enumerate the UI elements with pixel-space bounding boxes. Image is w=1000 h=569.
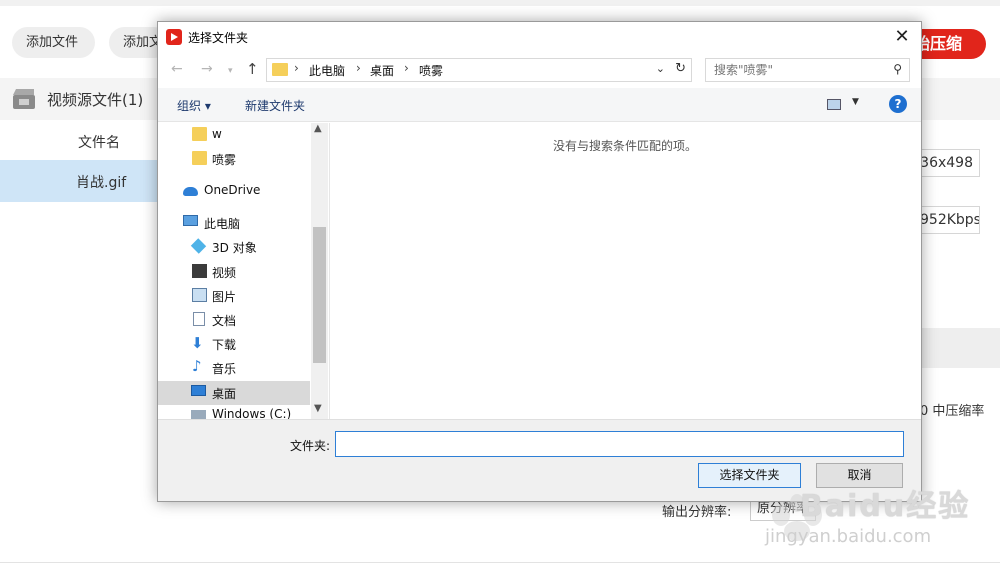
breadcrumb-this-pc[interactable]: 此电脑 bbox=[309, 62, 345, 79]
pane-splitter[interactable] bbox=[329, 123, 330, 419]
pc-icon bbox=[183, 215, 198, 226]
organize-menu[interactable]: 组织 ▾ bbox=[177, 97, 211, 114]
tree-item-label: 喷雾 bbox=[212, 153, 237, 167]
address-bar[interactable]: › 此电脑 › 桌面 › 喷雾 ⌄ ↻ bbox=[266, 58, 692, 82]
breadcrumb-spray[interactable]: 喷雾 bbox=[419, 62, 443, 79]
recent-locations-chevron-icon[interactable]: ▾ bbox=[228, 66, 233, 76]
cloud-icon bbox=[183, 187, 198, 196]
navigation-tree: w 喷雾 OneDrive 此电脑 3D 对象 视频 图片 文档 ⬇ 下载 ♪ … bbox=[158, 123, 329, 419]
picture-icon bbox=[192, 288, 207, 302]
tree-item-documents[interactable]: 文档 bbox=[158, 308, 310, 332]
scroll-down-icon[interactable]: ▼ bbox=[314, 403, 322, 414]
view-chevron-down-icon[interactable]: ▼ bbox=[852, 97, 859, 107]
tree-item-windows-c[interactable]: Windows (C:) bbox=[158, 406, 310, 419]
tree-item-label: OneDrive bbox=[204, 183, 261, 197]
music-icon: ♪ bbox=[192, 357, 202, 375]
scroll-up-icon[interactable]: ▲ bbox=[314, 123, 322, 134]
tree-item-label: 音乐 bbox=[212, 362, 237, 376]
up-arrow-icon[interactable]: ↑ bbox=[246, 60, 259, 78]
search-icon[interactable]: ⚲ bbox=[893, 62, 902, 76]
tree-item-spray[interactable]: 喷雾 bbox=[158, 147, 310, 171]
cube-icon bbox=[190, 238, 207, 254]
new-folder-button[interactable]: 新建文件夹 bbox=[245, 97, 305, 114]
watermark-text: Baidu经验 bbox=[800, 489, 971, 524]
tree-item-label: 下载 bbox=[212, 338, 237, 352]
tree-item-label: 3D 对象 bbox=[212, 241, 257, 255]
breadcrumb-separator-icon: › bbox=[294, 61, 299, 75]
tree-item-desktop[interactable]: 桌面 bbox=[158, 381, 310, 405]
search-box[interactable]: ⚲ bbox=[705, 58, 910, 82]
tree-item-videos[interactable]: 视频 bbox=[158, 260, 310, 284]
tree-item-label: Windows (C:) bbox=[212, 407, 292, 419]
tree-item-pictures[interactable]: 图片 bbox=[158, 284, 310, 308]
breadcrumb-desktop[interactable]: 桌面 bbox=[370, 62, 394, 79]
settings-header bbox=[920, 328, 1000, 368]
section-title: 视频源文件(1) bbox=[47, 91, 144, 109]
tree-item-label: 图片 bbox=[212, 290, 237, 304]
column-header-filename: 文件名 bbox=[78, 135, 120, 151]
empty-results-message: 没有与搜索条件匹配的项。 bbox=[553, 139, 698, 153]
chevron-down-icon[interactable]: ⌄ bbox=[656, 62, 665, 75]
resolution-field[interactable]: 36x498 bbox=[920, 149, 980, 177]
tree-item-music[interactable]: ♪ 音乐 bbox=[158, 356, 310, 380]
folder-name-input[interactable] bbox=[335, 431, 904, 457]
search-input[interactable] bbox=[706, 59, 881, 81]
tree-item-label: 桌面 bbox=[212, 387, 237, 401]
watermark-url: jingyan.baidu.com bbox=[765, 526, 932, 547]
back-arrow-icon[interactable]: ← bbox=[171, 61, 183, 77]
close-icon[interactable]: ✕ bbox=[889, 26, 915, 50]
scrollbar-thumb[interactable] bbox=[313, 227, 326, 363]
navigation-bar: ← → ▾ ↑ › 此电脑 › 桌面 › 喷雾 ⌄ ↻ ⚲ bbox=[158, 53, 921, 87]
breadcrumb-separator-icon: › bbox=[356, 61, 361, 75]
tree-item-this-pc[interactable]: 此电脑 bbox=[158, 211, 310, 235]
folder-field-label: 文件夹: bbox=[290, 439, 331, 453]
file-row[interactable]: 肖战.gif bbox=[0, 160, 160, 202]
download-icon: ⬇ bbox=[191, 334, 204, 352]
app-logo-icon bbox=[166, 29, 182, 45]
tree-item-label: 视频 bbox=[212, 266, 237, 280]
command-bar: 组织 ▾ 新建文件夹 ▼ ? bbox=[158, 88, 921, 122]
tree-item-w[interactable]: w bbox=[158, 123, 310, 147]
file-name: 肖战.gif bbox=[76, 175, 127, 191]
tree-scrollbar[interactable]: ▲ ▼ bbox=[311, 123, 328, 419]
folder-icon bbox=[272, 63, 288, 76]
output-resolution-label: 输出分辨率: bbox=[662, 505, 732, 520]
tree-item-3d-objects[interactable]: 3D 对象 bbox=[158, 235, 310, 259]
video-icon bbox=[192, 264, 207, 278]
tree-item-onedrive[interactable]: OneDrive bbox=[158, 179, 310, 203]
compress-level-label: 0 中压缩率 bbox=[920, 404, 985, 419]
divider bbox=[0, 562, 1000, 563]
dialog-titlebar: 选择文件夹 ✕ bbox=[158, 22, 921, 53]
folder-icon bbox=[192, 151, 207, 165]
help-icon[interactable]: ? bbox=[889, 95, 907, 113]
desktop-icon bbox=[191, 385, 206, 396]
document-icon bbox=[193, 312, 205, 326]
view-options-icon[interactable] bbox=[827, 99, 841, 110]
breadcrumb-separator-icon: › bbox=[404, 61, 409, 75]
select-folder-dialog: 选择文件夹 ✕ ← → ▾ ↑ › 此电脑 › 桌面 › 喷雾 ⌄ ↻ ⚲ 组织… bbox=[157, 21, 922, 502]
film-icon bbox=[13, 89, 35, 109]
folder-icon bbox=[192, 127, 207, 141]
add-file-button[interactable]: 添加文件 bbox=[12, 27, 95, 58]
forward-arrow-icon[interactable]: → bbox=[201, 61, 213, 77]
refresh-icon[interactable]: ↻ bbox=[675, 61, 686, 76]
tree-item-label: 此电脑 bbox=[204, 217, 241, 231]
tree-item-label: w bbox=[212, 127, 222, 141]
dialog-title: 选择文件夹 bbox=[188, 31, 249, 45]
tree-item-downloads[interactable]: ⬇ 下载 bbox=[158, 332, 310, 356]
tree-item-label: 文档 bbox=[212, 314, 237, 328]
bitrate-field[interactable]: 952Kbps bbox=[920, 206, 980, 234]
drive-icon bbox=[191, 410, 206, 419]
